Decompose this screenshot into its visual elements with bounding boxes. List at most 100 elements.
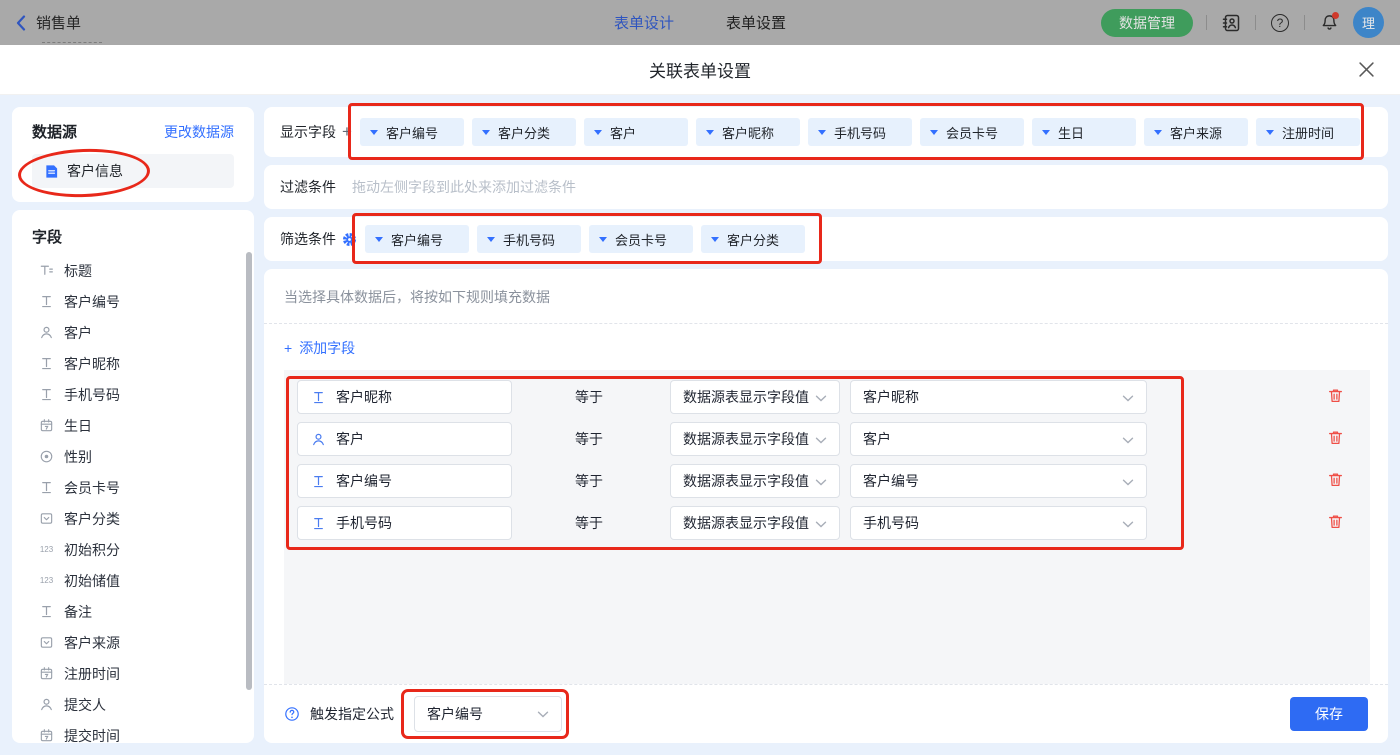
delete-rule-button[interactable] (1327, 387, 1344, 407)
rule-operator-label: 等于 (575, 429, 605, 449)
delete-rule-button[interactable] (1327, 471, 1344, 491)
trash-icon (1327, 387, 1344, 407)
rule-source-select[interactable]: 数据源表显示字段值 (670, 380, 840, 414)
rule-target-select[interactable]: 客户编号 (850, 464, 1147, 498)
rule-target-select[interactable]: 客户 (850, 422, 1147, 456)
filter-condition-row: 过滤条件 拖动左侧字段到此处来添加过滤条件 (264, 165, 1388, 209)
main-panel: 显示字段 + 客户编号客户分类客户客户昵称手机号码会员卡号生日客户来源注册时间 … (264, 107, 1388, 743)
field-item[interactable]: 客户 (32, 317, 254, 348)
display-field-tag[interactable]: 手机号码 (808, 118, 912, 146)
sidebar: 数据源 更改数据源 客户信息 字段 标题客户编号客户客户昵称手机号码生日性别会员… (12, 107, 254, 743)
rule-field-box[interactable]: 客户 (297, 422, 512, 456)
caret-down-icon (711, 237, 719, 242)
screen-condition-tag[interactable]: 客户编号 (365, 225, 469, 253)
screen-condition-tag[interactable]: 客户分类 (701, 225, 805, 253)
datasource-selected-item[interactable]: 客户信息 (32, 154, 234, 188)
header-separator (1304, 15, 1305, 30)
display-field-tag-label: 客户编号 (386, 123, 438, 142)
filter-condition-label: 过滤条件 (280, 177, 336, 197)
display-field-tag[interactable]: 客户来源 (1144, 118, 1248, 146)
text-icon (38, 603, 55, 620)
display-field-tag[interactable]: 会员卡号 (920, 118, 1024, 146)
field-item[interactable]: 备注 (32, 596, 254, 627)
field-item[interactable]: 客户分类 (32, 503, 254, 534)
screen-condition-tag-label: 客户编号 (391, 230, 443, 249)
datasource-title: 数据源 (32, 121, 77, 142)
contacts-book-icon[interactable] (1220, 12, 1242, 34)
field-item-label: 提交时间 (64, 726, 120, 744)
rule-target-select[interactable]: 客户昵称 (850, 380, 1147, 414)
caret-down-icon (482, 130, 490, 135)
notification-dot (1332, 12, 1339, 19)
screen-condition-tag[interactable]: 会员卡号 (589, 225, 693, 253)
tab-form-design[interactable]: 表单设计 (614, 12, 674, 33)
screen-condition-tag[interactable]: 手机号码 (477, 225, 581, 253)
plus-icon: + (284, 340, 292, 356)
field-item[interactable]: 123初始积分 (32, 534, 254, 565)
rule-source-select[interactable]: 数据源表显示字段值 (670, 464, 840, 498)
notification-bell-icon[interactable] (1318, 12, 1340, 34)
field-item[interactable]: 客户来源 (32, 627, 254, 658)
gear-icon[interactable] (342, 232, 357, 247)
trash-icon (1327, 471, 1344, 491)
display-field-tag[interactable]: 注册时间 (1256, 118, 1360, 146)
avatar[interactable]: 理 (1353, 7, 1384, 38)
rule-target-select[interactable]: 手机号码 (850, 506, 1147, 540)
field-item[interactable]: 性别 (32, 441, 254, 472)
display-field-tag[interactable]: 客户昵称 (696, 118, 800, 146)
caret-down-icon (375, 237, 383, 242)
rule-field-box[interactable]: 客户昵称 (297, 380, 512, 414)
screen-condition-tag-label: 客户分类 (727, 230, 779, 249)
field-item[interactable]: 123初始储值 (32, 565, 254, 596)
fields-scrollbar[interactable] (246, 252, 252, 690)
field-item-label: 会员卡号 (64, 478, 120, 498)
caret-down-icon (930, 130, 938, 135)
rule-source-select[interactable]: 数据源表显示字段值 (670, 422, 840, 456)
field-item[interactable]: 客户编号 (32, 286, 254, 317)
trash-icon (1327, 513, 1344, 533)
form-name-underline (42, 42, 102, 43)
field-item[interactable]: 客户昵称 (32, 348, 254, 379)
field-item[interactable]: 标题 (32, 255, 254, 286)
display-field-tag[interactable]: 生日 (1032, 118, 1136, 146)
field-item[interactable]: 提交人 (32, 689, 254, 720)
data-manage-button[interactable]: 数据管理 (1101, 9, 1193, 37)
back-nav[interactable]: 销售单 (16, 12, 81, 33)
help-icon[interactable]: ? (1269, 12, 1291, 34)
user-icon (38, 324, 55, 341)
rule-source-value: 数据源表显示字段值 (683, 513, 809, 533)
delete-rule-button[interactable] (1327, 513, 1344, 533)
field-item[interactable]: 会员卡号 (32, 472, 254, 503)
field-item[interactable]: 手机号码 (32, 379, 254, 410)
trigger-field-select[interactable]: 客户编号 (414, 696, 562, 732)
field-item[interactable]: 注册时间 (32, 658, 254, 689)
text-icon (38, 293, 55, 310)
display-field-tag[interactable]: 客户分类 (472, 118, 576, 146)
save-button[interactable]: 保存 (1290, 697, 1368, 731)
tab-form-settings[interactable]: 表单设置 (726, 12, 786, 33)
add-display-field-button[interactable]: + (342, 122, 352, 142)
field-item[interactable]: 提交时间 (32, 720, 254, 743)
chevron-down-icon (815, 431, 827, 447)
rule-field-box[interactable]: 手机号码 (297, 506, 512, 540)
add-field-button[interactable]: + 添加字段 (264, 324, 375, 370)
display-field-tag[interactable]: 客户 (584, 118, 688, 146)
rule-field-box[interactable]: 客户编号 (297, 464, 512, 498)
field-item-label: 客户来源 (64, 633, 120, 653)
delete-rule-button[interactable] (1327, 429, 1344, 449)
rule-source-select[interactable]: 数据源表显示字段值 (670, 506, 840, 540)
change-datasource-link[interactable]: 更改数据源 (164, 122, 234, 142)
rule-operator-label: 等于 (575, 387, 605, 407)
field-item-label: 备注 (64, 602, 92, 622)
filter-dropzone-placeholder[interactable]: 拖动左侧字段到此处来添加过滤条件 (352, 177, 576, 197)
back-chevron-icon[interactable] (16, 15, 26, 31)
trigger-help-icon[interactable] (284, 706, 300, 722)
field-item-label: 标题 (64, 261, 92, 281)
trash-icon (1327, 429, 1344, 449)
display-field-tag[interactable]: 客户编号 (360, 118, 464, 146)
display-field-tag-label: 手机号码 (834, 123, 886, 142)
close-icon[interactable] (1359, 62, 1374, 77)
select-icon (38, 510, 55, 527)
field-item-label: 初始储值 (64, 571, 120, 591)
field-item[interactable]: 生日 (32, 410, 254, 441)
